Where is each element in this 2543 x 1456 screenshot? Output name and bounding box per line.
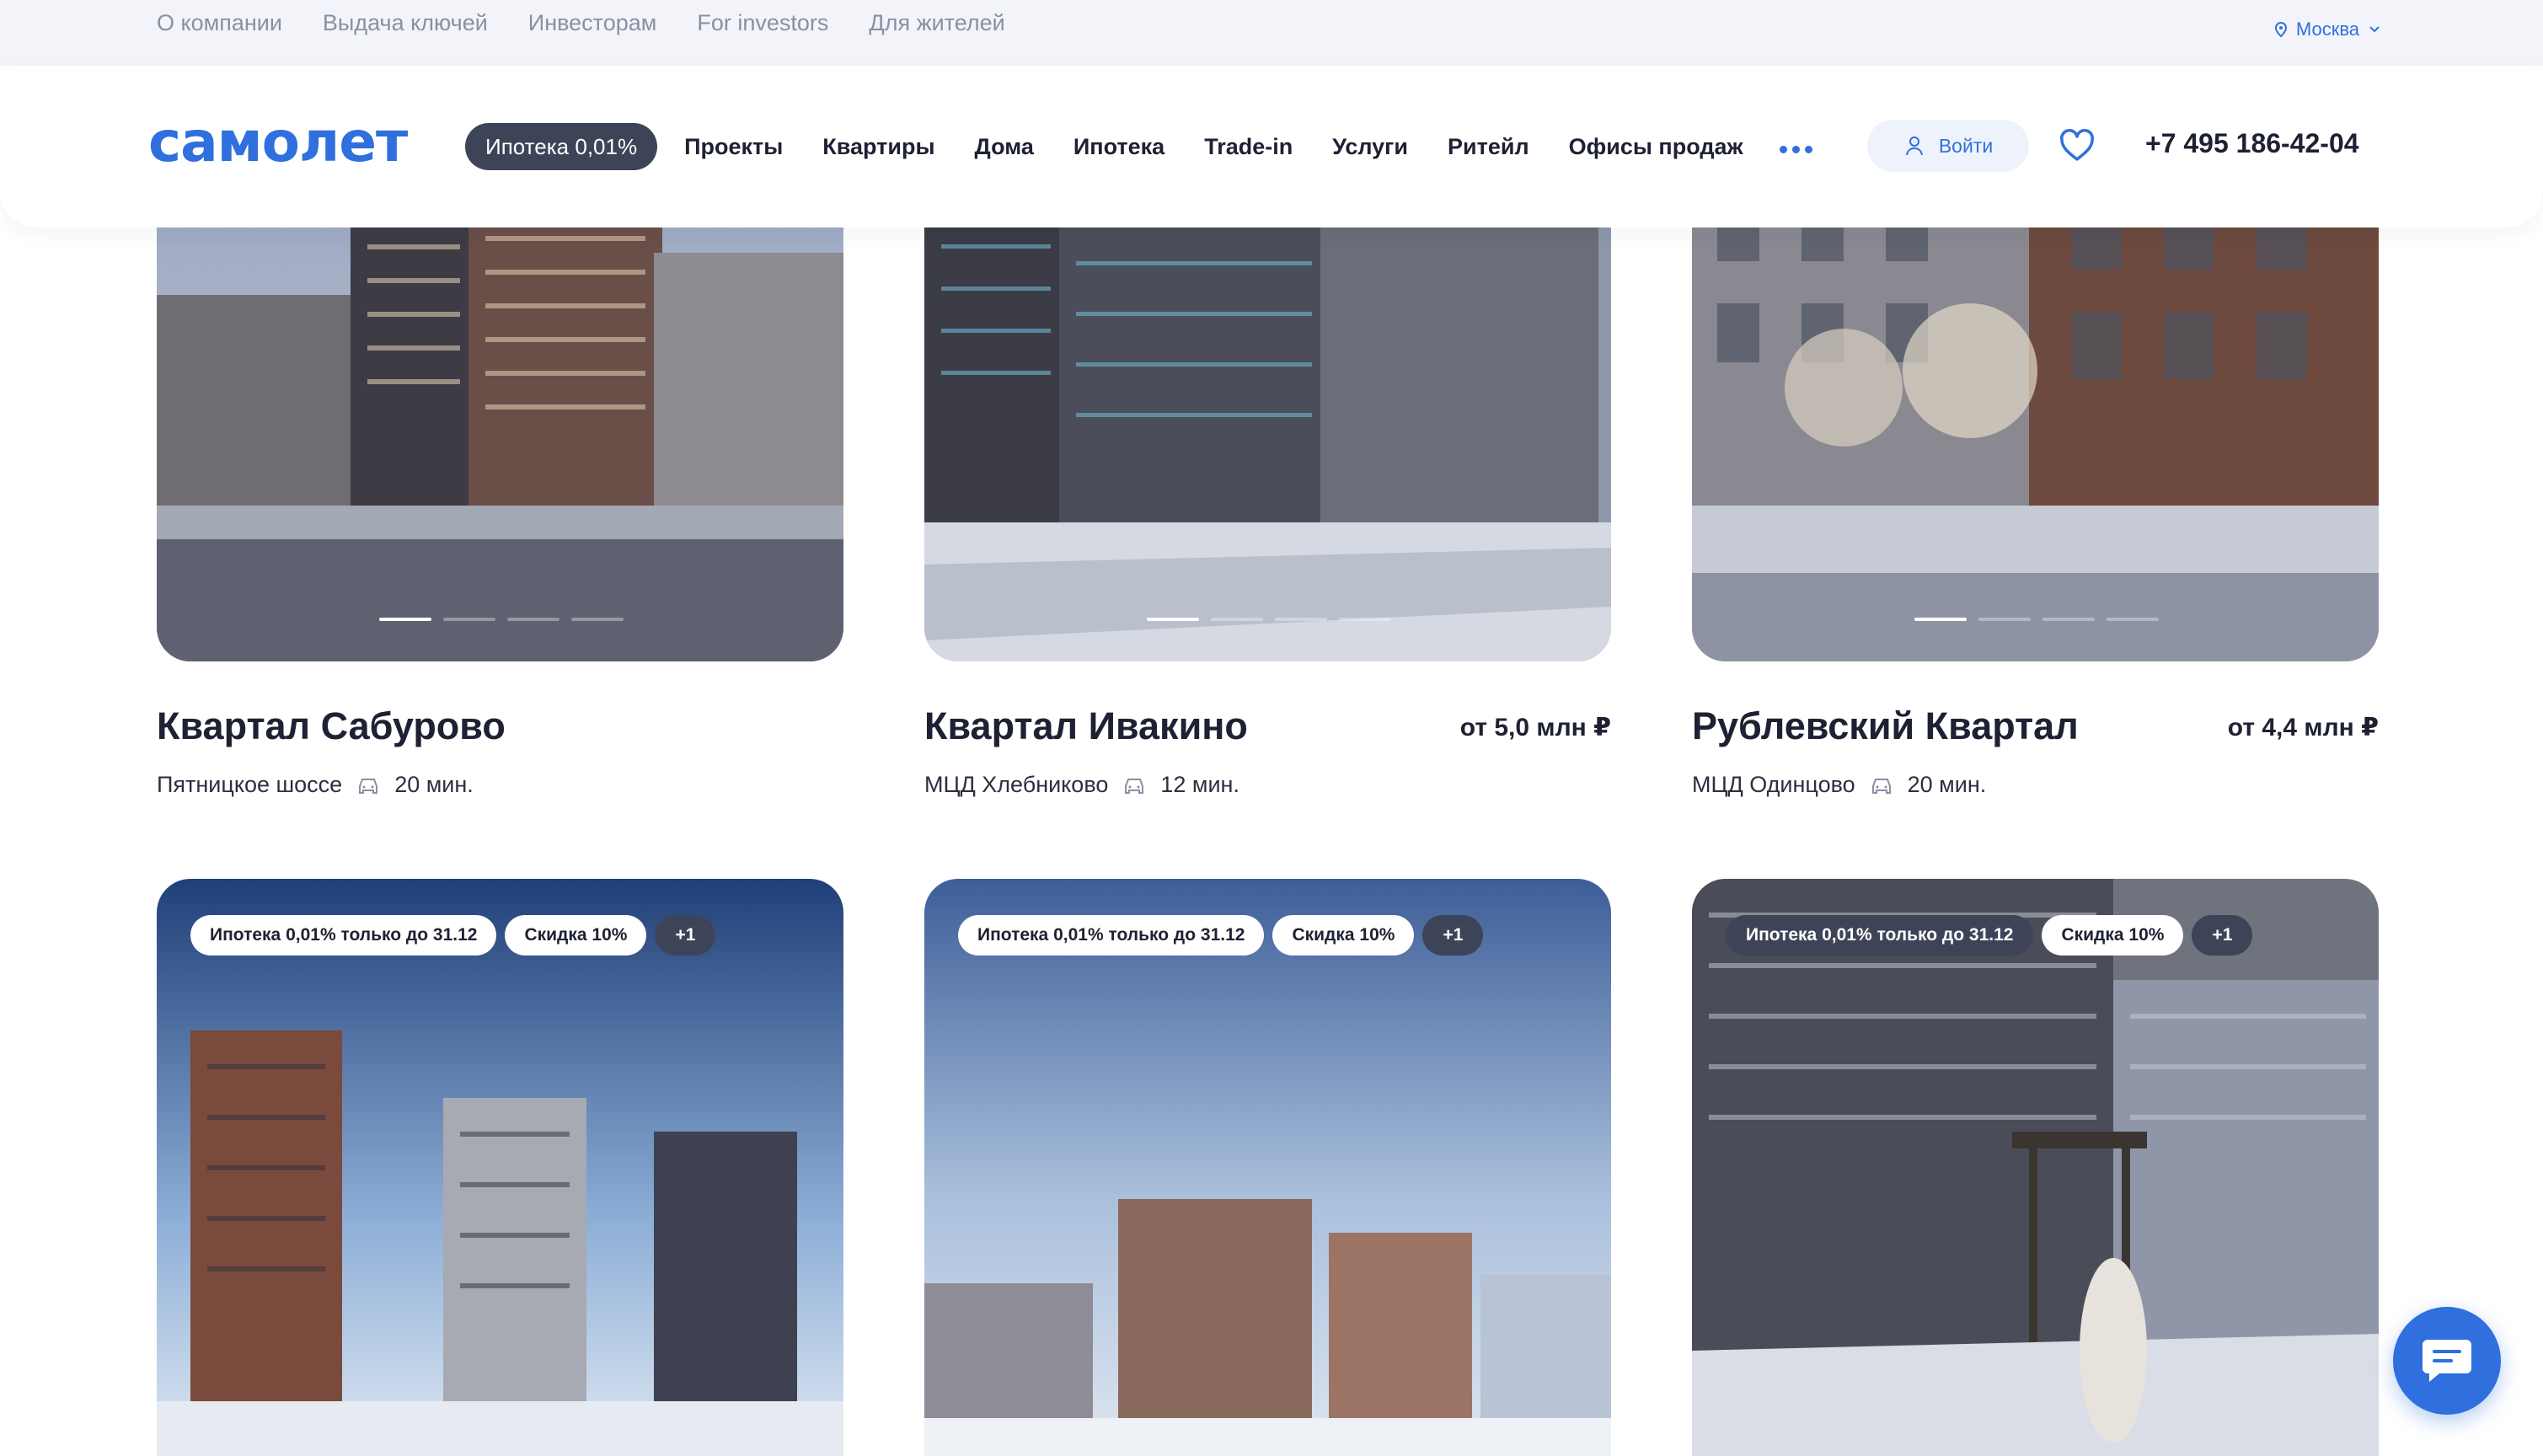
promo-mortgage-button[interactable]: Ипотека 0,01% [465, 123, 658, 170]
project-photo [157, 879, 843, 1456]
login-label: Войти [1938, 134, 1994, 157]
location-name: Пятницкое шоссе [157, 772, 343, 797]
slider-indicator[interactable] [1914, 618, 2159, 621]
offer-badges: Ипотека 0,01% только до 31.12 Скидка 10%… [958, 915, 1484, 956]
badge-mortgage[interactable]: Ипотека 0,01% только до 31.12 [958, 915, 1265, 956]
nav-retail[interactable]: Ритейл [1448, 134, 1529, 160]
project-location: МЦД Одинцово 20 мин. [1692, 772, 1986, 798]
project-photo [1692, 169, 2379, 661]
user-icon [1905, 136, 1923, 156]
nav-houses[interactable]: Дома [975, 134, 1034, 160]
favorites-heart-icon[interactable] [2058, 129, 2096, 163]
project-photo [924, 879, 1611, 1456]
badge-more[interactable]: +1 [1422, 915, 1484, 956]
offer-badges: Ипотека 0,01% только до 31.12 Скидка 10%… [190, 915, 716, 956]
project-image[interactable] [1692, 169, 2379, 661]
project-image[interactable] [924, 169, 1611, 661]
chat-bubble-icon [2423, 1340, 2471, 1382]
project-photo [157, 169, 843, 661]
project-location: МЦД Хлебниково 12 мин. [924, 772, 1239, 798]
badge-mortgage[interactable]: Ипотека 0,01% только до 31.12 [190, 915, 497, 956]
utility-links: О компании Выдача ключей Инвесторам For … [157, 10, 1005, 36]
project-image[interactable] [157, 879, 843, 1456]
slider-indicator[interactable] [1147, 618, 1391, 621]
badge-discount[interactable]: Скидка 10% [1272, 915, 1415, 956]
badge-discount[interactable]: Скидка 10% [2042, 915, 2184, 956]
location-pin-icon [2274, 21, 2287, 38]
link-investors-en[interactable]: For investors [697, 10, 828, 36]
badge-discount[interactable]: Скидка 10% [505, 915, 647, 956]
phone-number[interactable]: +7 495 186-42-04 [2145, 128, 2359, 159]
project-location: Пятницкое шоссе 20 мин. [157, 772, 474, 798]
project-title[interactable]: Квартал Ивакино [924, 704, 1248, 748]
nav-sales-offices[interactable]: Офисы продаж [1569, 134, 1743, 160]
nav-trade-in[interactable]: Trade-in [1204, 134, 1293, 160]
main-header: самолет Ипотека 0,01% Проекты Квартиры Д… [0, 66, 2543, 228]
link-residents[interactable]: Для жителей [869, 10, 1004, 36]
car-icon [1125, 778, 1144, 794]
badge-more[interactable]: +1 [2192, 915, 2253, 956]
project-photo [1692, 879, 2379, 1456]
nav-mortgage[interactable]: Ипотека [1073, 134, 1164, 160]
slider-indicator[interactable] [379, 618, 624, 621]
more-menu-icon[interactable] [1779, 145, 1812, 153]
project-title[interactable]: Квартал Сабурово [157, 704, 506, 748]
login-button[interactable]: Войти [1867, 120, 2029, 172]
city-selector[interactable]: Москва [2273, 19, 2383, 40]
chevron-down-icon [2369, 26, 2380, 33]
project-photo [924, 169, 1611, 661]
location-name: МЦД Хлебниково [924, 772, 1109, 797]
chat-button[interactable] [2393, 1307, 2501, 1415]
badge-more[interactable]: +1 [655, 915, 716, 956]
commute-time: 20 мин. [394, 772, 474, 797]
offer-badges: Ипотека 0,01% только до 31.12 Скидка 10%… [1726, 915, 2253, 956]
project-image[interactable] [924, 879, 1611, 1456]
project-price: от 4,4 млн ₽ [2227, 714, 2379, 741]
project-title[interactable]: Рублевский Квартал [1692, 704, 2079, 748]
brand-logo[interactable]: самолет [148, 110, 408, 174]
link-investors-ru[interactable]: Инвесторам [528, 10, 657, 36]
commute-time: 20 мин. [1907, 772, 1987, 797]
main-nav: Ипотека 0,01% Проекты Квартиры Дома Ипот… [465, 123, 1812, 170]
project-image[interactable] [157, 169, 843, 661]
nav-services[interactable]: Услуги [1332, 134, 1408, 160]
nav-apartments[interactable]: Квартиры [822, 134, 934, 160]
project-image[interactable] [1692, 879, 2379, 1456]
car-icon [1871, 778, 1891, 794]
commute-time: 12 мин. [1160, 772, 1239, 797]
car-icon [359, 778, 378, 794]
link-key-handover[interactable]: Выдача ключей [323, 10, 488, 36]
nav-projects[interactable]: Проекты [684, 134, 783, 160]
link-about[interactable]: О компании [157, 10, 282, 36]
badge-mortgage[interactable]: Ипотека 0,01% только до 31.12 [1726, 915, 2034, 956]
project-price: от 5,0 млн ₽ [1459, 714, 1611, 741]
city-label: Москва [2295, 19, 2359, 40]
location-name: МЦД Одинцово [1692, 772, 1855, 797]
